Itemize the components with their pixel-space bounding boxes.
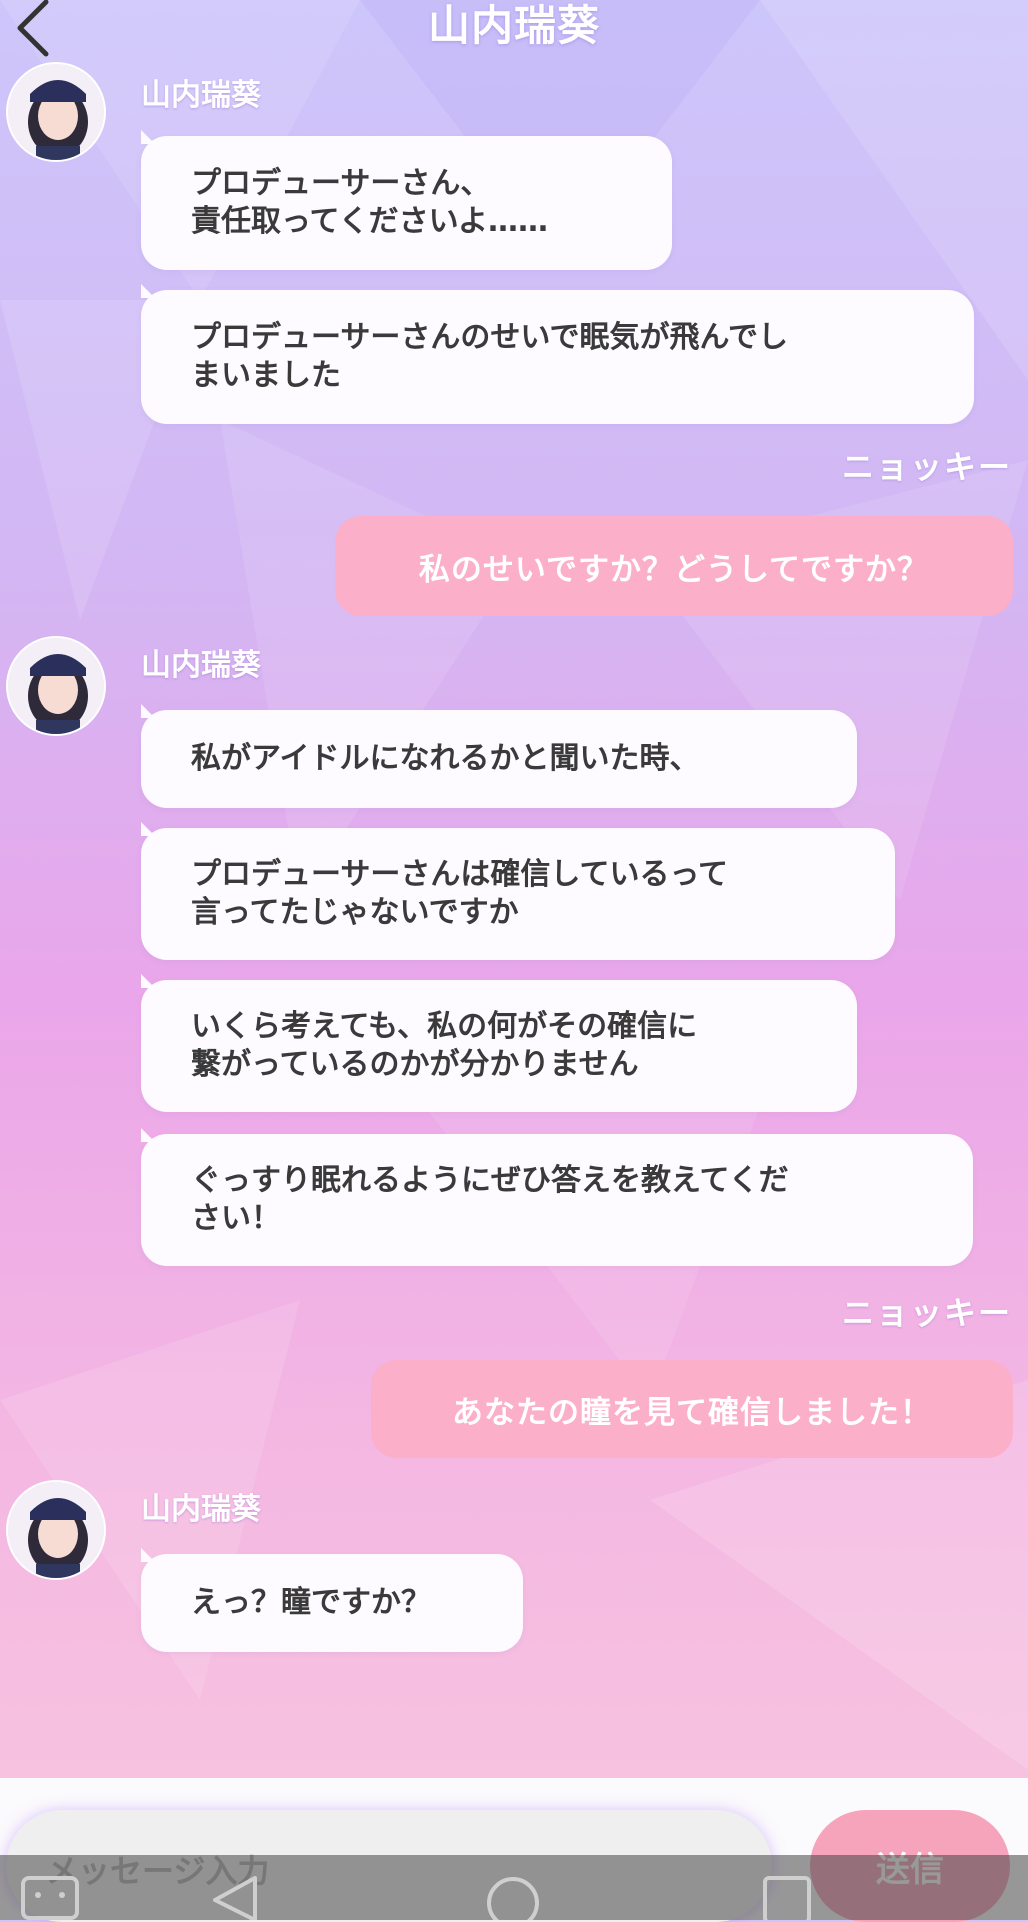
- incoming-message[interactable]: いくら考えても、私の何がその確信に 繋がっているのかが分かりません: [141, 980, 857, 1112]
- chat-header: 山内瑞葵: [0, 0, 1028, 70]
- incoming-message[interactable]: ぐっすり眠れるようにぜひ答えを教えてくだ さい！: [141, 1134, 973, 1266]
- sender-name: 山内瑞葵: [141, 1492, 261, 1527]
- keyboard-icon[interactable]: [20, 1875, 80, 1920]
- avatar[interactable]: [6, 1480, 106, 1580]
- recent-square-icon[interactable]: [762, 1875, 812, 1920]
- girl-portrait-icon: [8, 1482, 104, 1578]
- sender-name: 山内瑞葵: [141, 78, 261, 113]
- system-nav-bar: [0, 1855, 1028, 1920]
- my-name: ニョッキー: [841, 448, 1012, 486]
- incoming-message[interactable]: プロデューサーさん、 責任取ってくださいよ……: [141, 136, 672, 270]
- avatar[interactable]: [6, 62, 106, 162]
- incoming-message[interactable]: プロデューサーさんのせいで眠気が飛んでし まいました: [141, 290, 974, 424]
- home-circle-icon[interactable]: [485, 1875, 541, 1920]
- my-name: ニョッキー: [841, 1294, 1012, 1332]
- back-triangle-icon[interactable]: [210, 1875, 260, 1920]
- girl-portrait-icon: [8, 64, 104, 160]
- sender-name: 山内瑞葵: [141, 648, 261, 683]
- girl-portrait-icon: [8, 638, 104, 734]
- outgoing-message[interactable]: 私のせいですか？どうしてですか？: [335, 516, 1013, 616]
- page-title: 山内瑞葵: [427, 1, 600, 50]
- incoming-message[interactable]: えっ？瞳ですか？: [141, 1554, 523, 1652]
- incoming-message[interactable]: プロデューサーさんは確信しているって 言ってたじゃないですか: [141, 828, 895, 960]
- incoming-message[interactable]: 私がアイドルになれるかと聞いた時、: [141, 710, 857, 808]
- avatar[interactable]: [6, 636, 106, 736]
- outgoing-message[interactable]: あなたの瞳を見て確信しました！: [371, 1360, 1013, 1458]
